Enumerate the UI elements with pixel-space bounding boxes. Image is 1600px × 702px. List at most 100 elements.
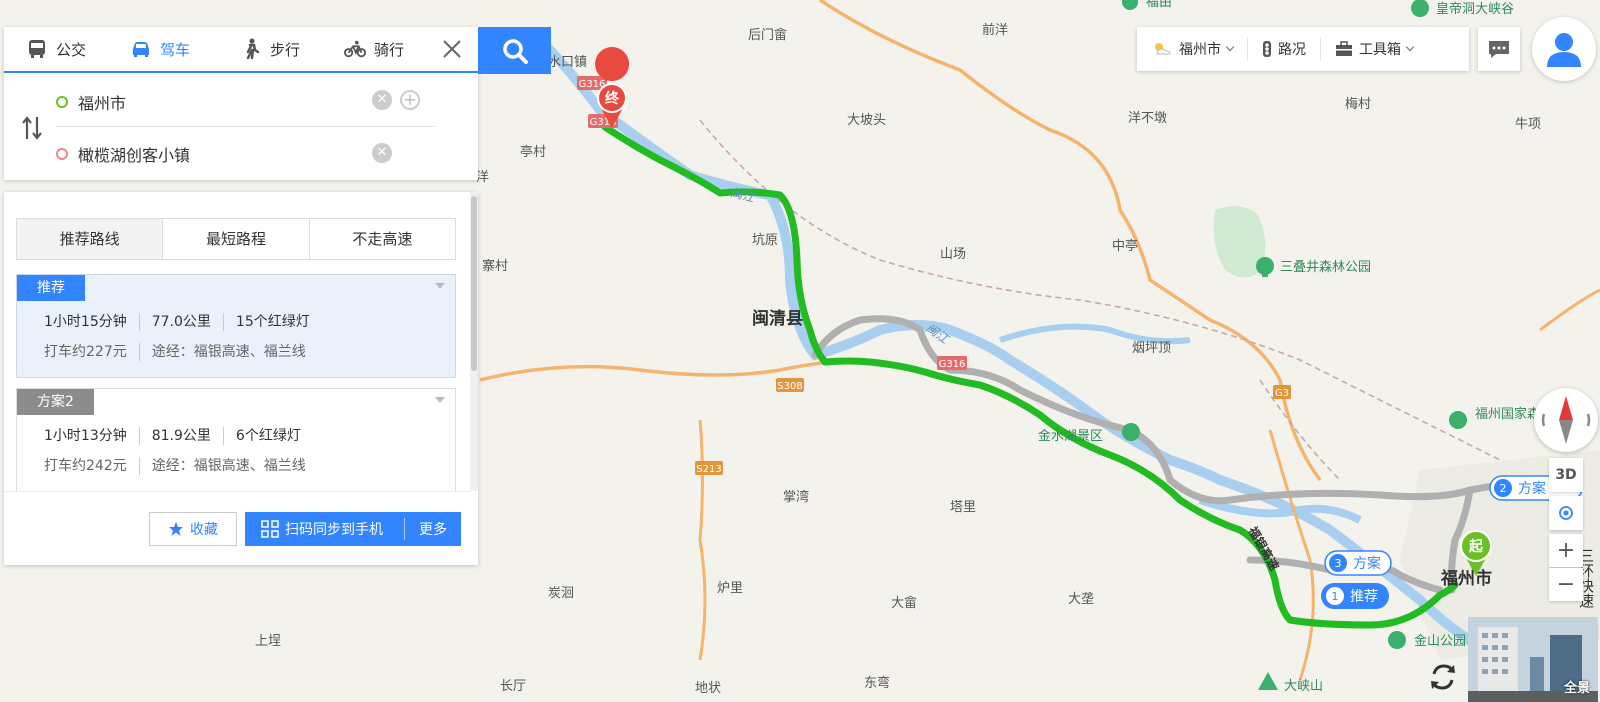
route-tag-3: 3 方案 [1324,550,1392,576]
route-tag-label: 方案 [1518,480,1546,497]
weather-icon [1155,43,1171,55]
place-label: 东弯 [864,675,890,691]
place-label: 大垄 [1068,592,1094,607]
message-button[interactable] [1478,27,1520,71]
tab-drive[interactable]: 驾车 [130,27,190,71]
plan-distance: 81.9公里 [140,427,224,445]
place-label: 后门畲 [748,27,787,43]
toolbox-icon [1336,41,1352,56]
locate-icon [1559,506,1573,520]
place-label: 烟坪顶 [1132,341,1171,356]
search-button[interactable] [478,27,551,74]
avatar[interactable] [1532,17,1596,81]
plan-via: 途经：福银高速、福兰线 [151,458,306,474]
bus-icon [29,40,45,58]
traffic-label: 路况 [1278,42,1306,58]
compass-control[interactable] [1534,388,1598,452]
map-toolbar: 福州市 路况 工具箱 [1137,27,1469,71]
park-label: 大峡山 [1284,679,1323,694]
place-label: 山场 [940,247,966,262]
compass-icon [1541,396,1591,444]
route-tag-num: 1 [1332,590,1339,603]
park-label: 金山公园 [1414,633,1466,649]
plan-summary: 1小时15分钟 77.0公里 15个红绿灯 [44,313,322,331]
swap-icon[interactable] [20,115,44,141]
start-input[interactable] [78,92,358,111]
locate-button[interactable] [1549,496,1583,530]
sync-label: 扫码同步到手机 [285,522,383,538]
tab-walk-label: 步行 [270,40,301,59]
route-preference-tabs: 推荐路线 最短路程 不走高速 [16,218,456,260]
county-label: 闽清县 [752,308,803,329]
place-label: 塔里 [950,500,976,515]
3d-toggle-button[interactable]: 3D [1549,458,1583,492]
start-dot-icon [56,95,68,108]
car-icon [133,42,149,57]
plan-traffic-lights: 15个红绿灯 [235,314,310,330]
plan-traffic-lights: 6个红绿灯 [235,428,301,444]
walk-icon [246,38,260,60]
toolbox-menu[interactable]: 工具箱 [1321,37,1427,61]
tab-bike-label: 骑行 [374,40,405,59]
route-tag-label: 方案 [1353,555,1381,572]
toolbox-label: 工具箱 [1359,42,1401,58]
plan-details: 打车约242元 途经：福银高速、福兰线 [44,451,444,475]
road-shield-g3: G3 [1273,385,1291,399]
expand-icon[interactable] [435,283,445,289]
results-footer: 收藏 扫码同步到手机 更多 [4,491,470,565]
refresh-icon[interactable] [1426,660,1460,694]
sync-to-phone-button[interactable]: 扫码同步到手机 更多 [245,512,461,546]
plan-tag: 推荐 [17,275,85,301]
clear-end-button[interactable]: ✕ [372,143,392,163]
scrollbar-thumb[interactable] [471,196,477,371]
results-scrollbar[interactable] [470,192,478,491]
tab-avoid-highway[interactable]: 不走高速 [310,219,455,259]
place-label: 炉里 [717,581,743,596]
add-waypoint-button[interactable]: + [400,90,420,110]
tree-icon [1122,423,1140,441]
plan-distance: 77.0公里 [140,313,224,331]
clear-start-button[interactable]: ✕ [372,90,392,110]
traffic-toggle[interactable]: 路况 [1248,37,1321,61]
qrcode-icon [261,520,279,538]
more-button[interactable]: 更多 [405,519,461,539]
park-label: 三叠井森林公园 [1280,260,1371,275]
route-tag-1: 1 推荐 [1321,583,1389,609]
city-label: 福州市 [1179,42,1221,58]
place-label: 寨村 [482,258,508,274]
end-marker-label: 终 [605,90,620,107]
tab-walk[interactable]: 步行 [240,27,300,71]
park-label: 福由 [1146,0,1172,10]
end-input[interactable] [78,144,358,164]
road-shield-s213: S213 [695,461,723,475]
close-icon[interactable] [440,37,464,61]
tab-bike[interactable]: 骑行 [344,27,404,71]
tab-recommended-route[interactable]: 推荐路线 [17,219,164,259]
svg-text:G3: G3 [1275,388,1289,399]
chevron-down-icon [1405,42,1415,52]
end-dot-icon [56,148,68,160]
place-label: 亭村 [520,144,546,160]
plan-via: 途经：福银高速、福兰线 [151,344,306,360]
place-label: 水口镇 [548,55,587,70]
route-plan-card[interactable]: 方案2 1小时13分钟 81.9公里 6个红绿灯 打车约242元 途经：福银高速… [16,388,456,492]
panorama-label: 全景 [1563,681,1590,696]
place-label: 地状 [695,681,721,696]
plan-taxi-fare: 打车约227元 [44,343,140,361]
favorite-button[interactable]: 收藏 [149,512,237,546]
panorama-thumbnail[interactable]: 全景 [1468,617,1598,702]
park-label: 金水湖景区 [1038,428,1103,444]
expand-icon[interactable] [435,397,445,403]
tab-shortest-route[interactable]: 最短路程 [163,219,310,259]
zoom-in-button[interactable]: + [1549,534,1583,567]
place-label: 大坡头 [847,113,886,128]
zoom-out-button[interactable]: − [1549,568,1583,601]
park-label: 皇帝洞大峡谷 [1436,1,1514,17]
chevron-down-icon [1225,42,1235,52]
place-label: 掌湾 [783,489,809,505]
city-label: 福州市 [1440,568,1492,589]
route-plan-card[interactable]: 推荐 1小时15分钟 77.0公里 15个红绿灯 打车约227元 途经：福银高速… [16,274,456,378]
city-selector[interactable]: 福州市 [1137,37,1248,61]
tab-bus[interactable]: 公交 [26,27,86,71]
route-results-panel: 推荐路线 最短路程 不走高速 推荐 1小时15分钟 77.0公里 15个红绿灯 … [4,192,478,565]
